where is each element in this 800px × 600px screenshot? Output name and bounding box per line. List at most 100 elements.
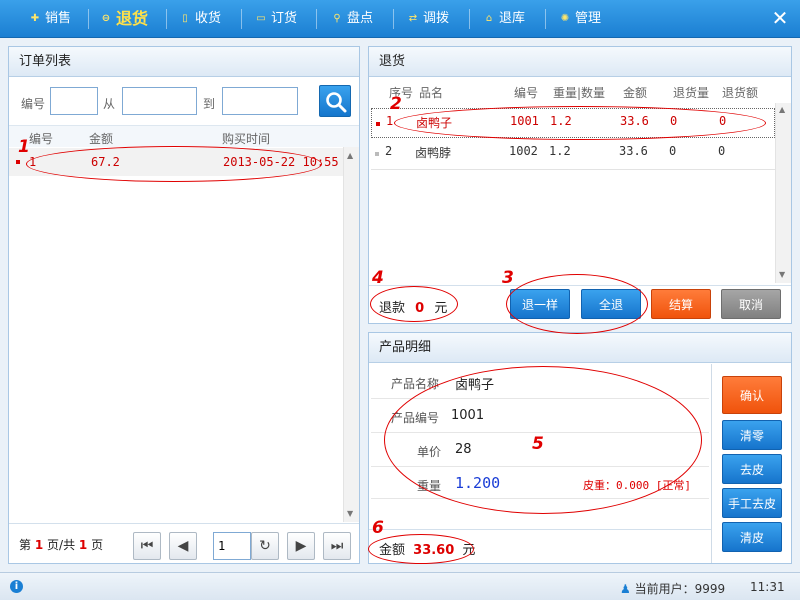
row-code: 1002 [509,144,538,158]
table-row[interactable]: 2 卤鸭脖 1002 1.2 33.6 0 0 [371,139,777,169]
row-ret-qty: 0 [669,144,677,158]
detail-weight-row: 重量 1.200 皮重：0.000 [正常] [371,467,709,499]
order-list-scrollbar[interactable]: ▲ ▼ [343,147,359,522]
detail-name-value: 卤鸭子 [455,378,495,393]
close-icon[interactable]: ✕ [770,8,790,28]
nav-manage[interactable]: ✺ 管理 [560,0,601,38]
clear-tare-button[interactable]: 清皮 [722,522,782,552]
nav-stock-return[interactable]: ⌂ 退库 [484,0,525,38]
return-one-button[interactable]: 退一样 [510,289,570,319]
confirm-button[interactable]: 确认 [722,376,782,414]
prev-page-button[interactable]: ◀ [169,532,197,560]
order-search-row: 编号 从 到 [9,83,359,123]
next-page-button[interactable]: ▶ [287,532,315,560]
pager-mid: 页/共 [47,538,76,552]
first-page-button[interactable]: ⏮ [133,532,161,560]
col-order-time: 购买时间 [222,132,271,146]
return-title: 退货 [369,47,791,77]
col-order-no: 编号 [29,132,54,146]
manual-tare-button[interactable]: 手工去皮 [722,488,782,518]
chat-icon: ▭ [256,13,266,24]
zero-button[interactable]: 清零 [722,420,782,450]
search-button[interactable] [319,85,351,117]
product-detail-panel: 产品明细 产品名称 卤鸭子 产品编号 1001 单价 28 重量 1.200 皮… [368,332,792,564]
order-amount: 67.2 [91,155,120,169]
table-row[interactable]: 1 67.2 2013-05-22 10:55 [9,148,343,176]
detail-footer: 金额 33.60 元 [369,529,711,563]
detail-price-value: 28 [455,442,472,457]
order-list-panel: 订单列表 编号 从 到 编号 金额 购买时间 1 67.2 2013-05-22… [8,46,360,564]
amount-value: 33.60 [413,543,455,558]
detail-weight-label: 重量 [417,479,442,493]
nav-stock-return-label: 退库 [499,11,526,26]
refresh-button[interactable]: ↻ [251,532,279,560]
row-ret-amt: 0 [718,144,726,158]
tare-status: 皮重：0.000 [正常] [583,479,691,492]
detail-code-value: 1001 [451,408,485,423]
detail-side-buttons: 确认 清零 去皮 手工去皮 清皮 [711,364,791,563]
col-code: 编号 [514,86,539,100]
transfer-icon: ⇄ [408,13,418,24]
scroll-up-icon[interactable]: ▲ [347,151,353,160]
scroll-down-icon[interactable]: ▼ [779,270,785,279]
refund-label: 退款 [379,301,406,316]
gear-icon: ✺ [560,13,570,24]
search-no-input[interactable] [50,87,98,115]
top-nav-bar: ✚ 销售 ⊖ 退货 ▯ 收货 ▭ 订货 ⚲ 盘点 ⇄ 调拨 ⌂ 退库 ✺ 管理 … [0,0,800,38]
user-label: 当前用户： [634,582,695,596]
amount-summary: 金额 33.60 元 [379,539,475,558]
row-ret-amt: 0 [719,114,727,128]
amount-label: 金额 [379,543,406,558]
detail-price-label: 单价 [417,445,442,459]
nav-inventory[interactable]: ⚲ 盘点 [332,0,373,38]
tare-button[interactable]: 去皮 [722,454,782,484]
refund-unit: 元 [434,301,448,316]
nav-divider [545,9,546,29]
row-amount: 33.6 [619,144,648,158]
row-name: 卤鸭子 [416,116,453,130]
nav-return[interactable]: ⊖ 退货 [101,0,148,38]
col-order-amount: 金额 [89,132,114,146]
search-to-input[interactable] [222,87,298,115]
order-list-title: 订单列表 [9,47,359,77]
nav-transfer[interactable]: ⇄ 调拨 [408,0,449,38]
order-list-pager: 第 1 页/共 1 页 ⏮ ◀ ↻ ▶ ⏭ [9,523,359,563]
annotation-5: 5 [532,434,544,454]
refund-value: 0 [415,301,425,316]
row-amount: 33.6 [620,114,649,128]
return-list-scrollbar[interactable]: ▲ ▼ [775,103,791,283]
return-table-header: 序号 品名 编号 重量|数量 金额 退货量 退货额 [369,79,791,101]
scroll-up-icon[interactable]: ▲ [779,105,785,114]
col-ret-qty: 退货量 [673,86,710,100]
amount-unit: 元 [462,543,476,558]
scroll-down-icon[interactable]: ▼ [347,509,353,518]
cancel-button[interactable]: 取消 [721,289,781,319]
row-seq: 2 [385,144,393,158]
nav-divider [316,9,317,29]
row-weight: 1.2 [550,114,572,128]
next-page-icon: ▶ [295,538,307,554]
col-amount: 金额 [623,86,648,100]
detail-code-row: 产品编号 1001 [371,399,709,433]
nav-divider [393,9,394,29]
order-table-header: 编号 金额 购买时间 [9,125,359,147]
nav-receive-label: 收货 [195,11,222,26]
last-page-button[interactable]: ⏭ [323,532,351,560]
search-from-input[interactable] [122,87,197,115]
row-marker [375,152,379,156]
return-all-button[interactable]: 全退 [581,289,641,319]
nav-receive[interactable]: ▯ 收货 [180,0,221,38]
nav-order[interactable]: ▭ 订货 [256,0,297,38]
row-weight: 1.2 [549,144,571,158]
nav-order-label: 订货 [271,11,298,26]
return-panel: 退货 序号 品名 编号 重量|数量 金额 退货量 退货额 1 卤鸭子 1001 … [368,46,792,324]
nav-sale-label: 销售 [45,11,72,26]
checkout-button[interactable]: 结算 [651,289,711,319]
row-seq: 1 [386,114,394,128]
page-input[interactable] [213,532,251,560]
nav-sale[interactable]: ✚ 销售 [30,0,71,38]
nav-divider [241,9,242,29]
search-icon: ⚲ [333,13,341,24]
table-row[interactable]: 1 卤鸭子 1001 1.2 33.6 0 0 [371,108,775,138]
pager-total: 1 [78,538,88,552]
